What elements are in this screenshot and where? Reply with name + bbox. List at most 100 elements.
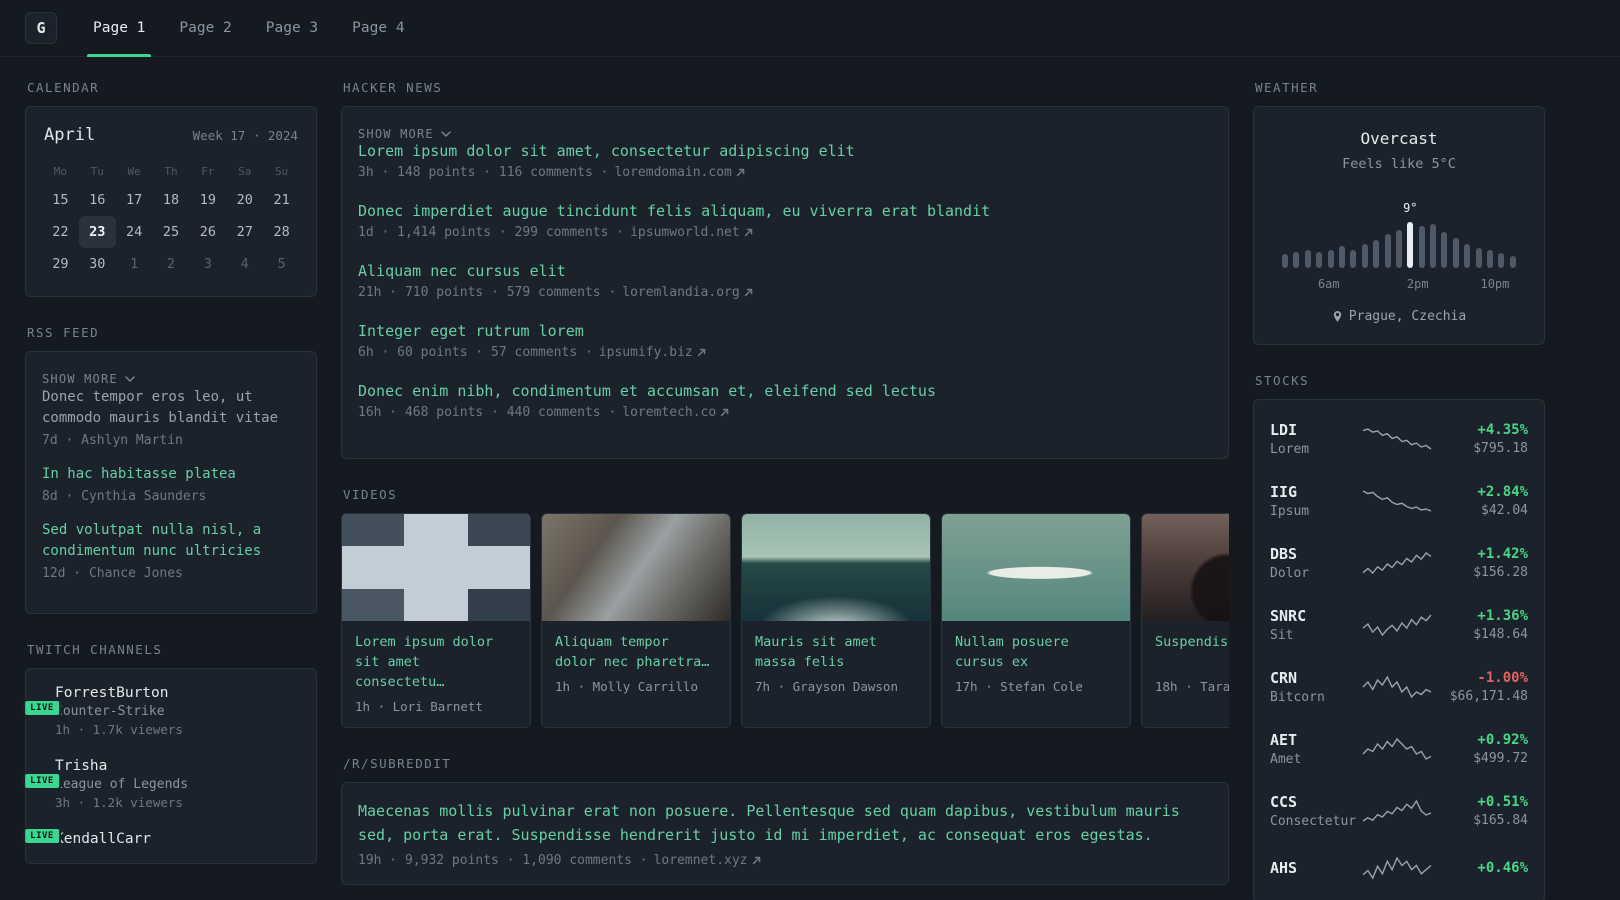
calendar-day[interactable]: 2 (153, 248, 190, 280)
stock-row[interactable]: IIG Ipsum +2.84% $42.04 (1270, 470, 1528, 532)
calendar-day[interactable]: 28 (263, 216, 300, 248)
stock-row[interactable]: CCS Consectetur +0.51% $165.84 (1270, 780, 1528, 842)
calendar-day[interactable]: 24 (116, 216, 153, 248)
rss-item-link[interactable]: Donec tempor eros leo, ut commodo mauris… (42, 387, 300, 429)
calendar-day[interactable]: 20 (226, 184, 263, 216)
page-tab[interactable]: Page 2 (173, 0, 237, 56)
stock-name: Ipsum (1270, 504, 1310, 519)
calendar-day[interactable]: 29 (42, 248, 79, 280)
hn-title-link[interactable]: Donec enim nibh, condimentum et accumsan… (358, 382, 1212, 401)
rss-item-link[interactable]: In hac habitasse platea (42, 464, 300, 485)
stock-row[interactable]: CRN Bitcorn -1.00% $66,171.48 (1270, 656, 1528, 718)
calendar-day[interactable]: 3 (189, 248, 226, 280)
subreddit-post-link[interactable]: Maecenas mollis pulvinar erat non posuer… (358, 799, 1212, 847)
calendar-day[interactable]: 17 (116, 184, 153, 216)
page-tab[interactable]: Page 3 (260, 0, 324, 56)
hn-domain-link[interactable]: loremdomain.com (614, 165, 745, 180)
weather-axis-label: 10pm (1480, 277, 1510, 291)
video-title: Lorem ipsum dolor sit amet consectetu… (355, 634, 494, 690)
subreddit-domain-text: loremnet.xyz (653, 853, 748, 868)
hn-domain-link[interactable]: ipsumify.biz (599, 345, 706, 360)
calendar-day[interactable]: 26 (189, 216, 226, 248)
twitch-channel-meta: 3h · 1.2k viewers (55, 795, 183, 810)
hn-item: Integer eget rutrum lorem 6h · 60 points… (358, 322, 1212, 360)
external-link-icon (720, 408, 729, 417)
stock-symbol: LDI (1270, 421, 1298, 439)
hn-domain-link[interactable]: loremtech.co (622, 405, 729, 420)
stock-row[interactable]: AET Amet +0.92% $499.72 (1270, 718, 1528, 780)
hackernews-widget: HACKER NEWS SHOW MORE Lorem ipsum dolor … (341, 80, 1229, 459)
calendar-day[interactable]: 25 (153, 216, 190, 248)
twitch-channel-row[interactable]: LIVE Trisha League of Legends 3h · 1.2k … (23, 758, 300, 810)
hn-title-link[interactable]: Integer eget rutrum lorem (358, 322, 1212, 341)
weather-widget: WEATHER Overcast Feels like 5°C 9° 6am 2… (1253, 80, 1545, 345)
stock-change: +2.84% (1477, 484, 1528, 500)
stock-sparkline (1362, 426, 1432, 452)
video-card[interactable]: Lorem ipsum dolor sit amet consectetu… 1… (341, 513, 531, 728)
hn-title-link[interactable]: Aliquam nec cursus elit (358, 262, 1212, 281)
stock-row[interactable]: AHS +0.46% (1270, 842, 1528, 894)
rss-show-more-button[interactable]: SHOW MORE (42, 372, 135, 386)
video-card[interactable]: Nullam posuere cursus ex 17h · Stefan Co… (941, 513, 1131, 728)
weather-current-temp-label: 9° (1403, 201, 1418, 215)
twitch-channel-row[interactable]: LIVE ForrestBurton Counter-Strike 1h · 1… (23, 685, 300, 737)
calendar-day[interactable]: 23 (78, 216, 116, 248)
stock-identity: CCS Consectetur (1270, 793, 1362, 829)
video-card[interactable]: Aliquam tempor dolor nec pharetra… 1h · … (541, 513, 731, 728)
calendar-day[interactable]: 19 (189, 184, 226, 216)
twitch-channel-game: Counter-Strike (55, 704, 165, 719)
calendar-day[interactable]: 1 (116, 248, 153, 280)
twitch-card: LIVE ForrestBurton Counter-Strike 1h · 1… (23, 668, 317, 864)
stock-row[interactable]: DBS Dolor +1.42% $156.28 (1270, 532, 1528, 594)
subreddit-domain-link[interactable]: loremnet.xyz (654, 853, 761, 868)
sparkline-chart (1362, 856, 1432, 880)
chevron-down-icon (125, 376, 135, 382)
weather-hour-bar (1373, 240, 1380, 268)
calendar-day[interactable]: 21 (263, 184, 300, 216)
rss-widget: RSS FEED SHOW MORE Donec tempor eros leo… (25, 325, 317, 614)
page-tab[interactable]: Page 1 (87, 0, 152, 57)
sparkline-chart (1362, 552, 1432, 575)
sparkline-chart (1362, 490, 1432, 512)
calendar-day[interactable]: 22 (42, 216, 79, 248)
rss-item-meta: 12d · Chance Jones (42, 566, 183, 581)
hn-domain-link[interactable]: ipsumworld.net (630, 225, 753, 240)
app-logo[interactable]: G (25, 12, 57, 44)
live-badge: LIVE (23, 699, 61, 717)
show-more-label: SHOW MORE (42, 372, 118, 386)
section-title-subreddit: /R/SUBREDDIT (343, 756, 452, 771)
calendar-day[interactable]: 5 (263, 248, 300, 280)
stock-change: +1.36% (1477, 608, 1528, 624)
calendar-day[interactable]: 30 (79, 248, 116, 280)
stock-numbers: +0.51% $165.84 (1432, 794, 1528, 828)
stock-symbol: AET (1270, 731, 1298, 749)
hn-item: Aliquam nec cursus elit 21h · 710 points… (358, 262, 1212, 300)
weather-hour-bar: 9° (1403, 201, 1418, 268)
stock-row[interactable]: SNRC Sit +1.36% $148.64 (1270, 594, 1528, 656)
hn-show-more-button[interactable]: SHOW MORE (358, 127, 451, 141)
twitch-channel-info: Trisha League of Legends 3h · 1.2k viewe… (55, 758, 188, 810)
page-tab[interactable]: Page 4 (346, 0, 410, 56)
weather-card: Overcast Feels like 5°C 9° 6am 2pm 10pm … (1253, 106, 1545, 345)
center-column: HACKER NEWS SHOW MORE Lorem ipsum dolor … (341, 80, 1229, 900)
stock-symbol: IIG (1270, 483, 1298, 501)
stock-numbers: +0.46% (1432, 860, 1528, 876)
stock-sparkline (1362, 612, 1432, 638)
video-card[interactable]: Suspendisse diam 18h · Tara (1141, 513, 1229, 728)
calendar-day[interactable]: 16 (79, 184, 116, 216)
sparkline-chart (1362, 428, 1432, 450)
video-card[interactable]: Mauris sit amet massa felis 7h · Grayson… (741, 513, 931, 728)
calendar-day[interactable]: 15 (42, 184, 79, 216)
hn-domain-link[interactable]: loremlandia.org (622, 285, 752, 300)
rss-item-link[interactable]: Sed volutpat nulla nisl, a condimentum n… (42, 520, 300, 562)
calendar-day[interactable]: 4 (226, 248, 263, 280)
rss-item: In hac habitasse platea 8d · Cynthia Sau… (42, 464, 300, 504)
hn-title-link[interactable]: Donec imperdiet augue tincidunt felis al… (358, 202, 1212, 221)
hn-title-link[interactable]: Lorem ipsum dolor sit amet, consectetur … (358, 142, 1212, 161)
stock-row[interactable]: LDI Lorem +4.35% $795.18 (1270, 408, 1528, 470)
calendar-day[interactable]: 18 (153, 184, 190, 216)
calendar-day[interactable]: 27 (226, 216, 263, 248)
weather-hourly-chart: 9° (1282, 201, 1516, 268)
twitch-channel-row[interactable]: LIVE KendallCarr (23, 827, 300, 847)
twitch-channel-info: ForrestBurton Counter-Strike 1h · 1.7k v… (55, 685, 183, 737)
